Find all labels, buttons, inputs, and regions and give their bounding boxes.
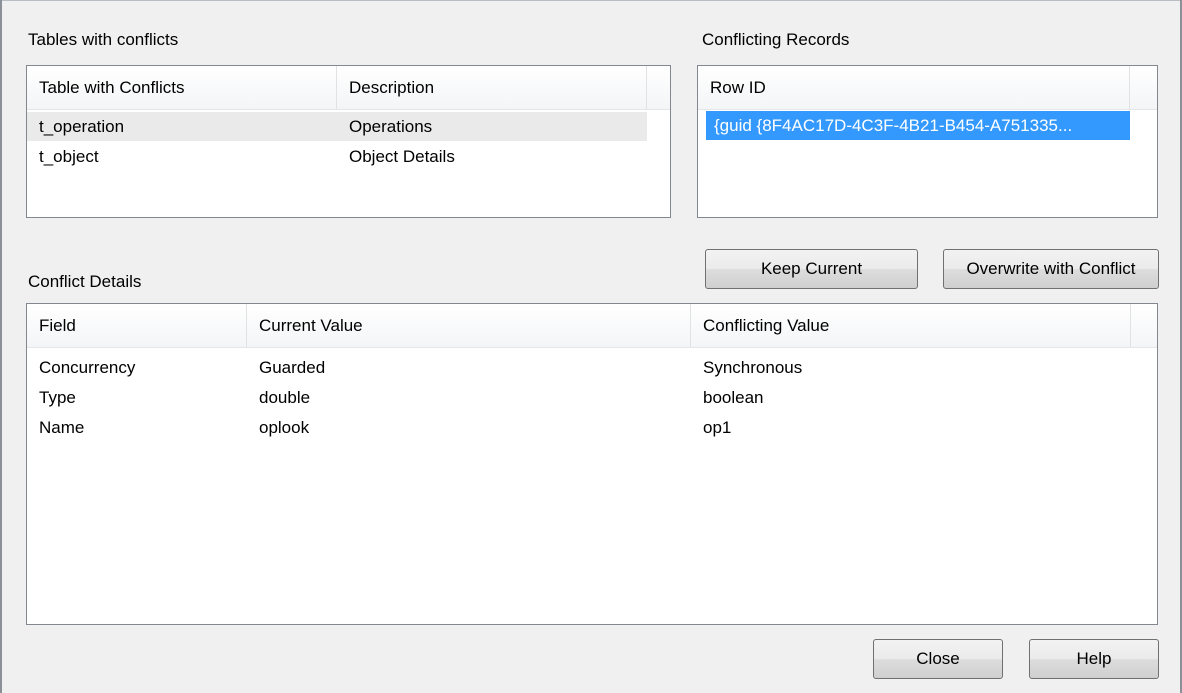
keep-current-button[interactable]: Keep Current (705, 249, 918, 289)
conflicting-records-label: Conflicting Records (702, 30, 850, 49)
detail-row[interactable]: Concurrency Guarded Synchronous (27, 353, 1131, 382)
records-list[interactable]: Row ID {guid {8F4AC17D-4C3F-4B21-B454-A7… (697, 65, 1158, 218)
detail-row[interactable]: Name oplook op1 (27, 413, 1131, 442)
window-left-border (0, 0, 2, 693)
column-row-id[interactable]: Row ID (698, 66, 1130, 109)
column-table-with-conflicts[interactable]: Table with Conflicts (27, 66, 337, 109)
field-cell: Name (39, 418, 85, 437)
records-list-header: Row ID (698, 66, 1157, 110)
window-top-border (0, 0, 1182, 1)
conflict-details-list[interactable]: Field Current Value Conflicting Value Co… (26, 303, 1158, 625)
column-current-value[interactable]: Current Value (247, 304, 691, 347)
table-name-cell: t_operation (39, 117, 125, 136)
field-cell: Type (39, 388, 76, 407)
table-description-cell: Operations (349, 117, 433, 136)
table-name-cell: t_object (39, 147, 99, 166)
tables-with-conflicts-label: Tables with conflicts (28, 30, 179, 49)
field-cell: Concurrency (39, 358, 136, 377)
current-value-cell: double (259, 388, 311, 407)
conflicting-value-cell: boolean (703, 388, 764, 407)
column-conflicting-value[interactable]: Conflicting Value (691, 304, 1131, 347)
help-button[interactable]: Help (1029, 639, 1159, 679)
current-value-cell: Guarded (259, 358, 326, 377)
column-field[interactable]: Field (27, 304, 247, 347)
table-row[interactable]: t_operation Operations (27, 112, 647, 141)
column-description[interactable]: Description (337, 66, 647, 109)
overwrite-with-conflict-button[interactable]: Overwrite with Conflict (943, 249, 1159, 289)
detail-row[interactable]: Type double boolean (27, 383, 1131, 412)
conflicting-value-cell: Synchronous (703, 358, 803, 377)
tables-list-header: Table with Conflicts Description (27, 66, 670, 110)
conflict-details-header: Field Current Value Conflicting Value (27, 304, 1157, 348)
record-row-selected[interactable]: {guid {8F4AC17D-4C3F-4B21-B454-A751335..… (706, 111, 1130, 140)
current-value-cell: oplook (259, 418, 310, 437)
conflicting-value-cell: op1 (703, 418, 732, 437)
conflict-details-label: Conflict Details (28, 272, 142, 291)
tables-list[interactable]: Table with Conflicts Description t_opera… (26, 65, 671, 218)
table-row[interactable]: t_object Object Details (27, 142, 647, 171)
table-description-cell: Object Details (349, 147, 455, 166)
close-button[interactable]: Close (873, 639, 1003, 679)
